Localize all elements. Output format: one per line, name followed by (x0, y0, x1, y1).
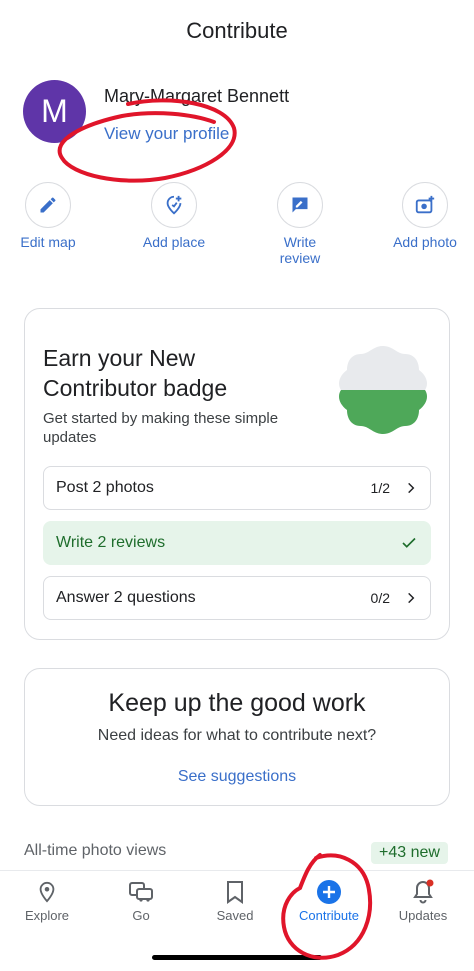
add-photo-button[interactable]: Add photo (370, 182, 474, 250)
badge-fill (339, 390, 427, 434)
chevron-right-icon (408, 592, 415, 604)
badge-subtitle: Get started by making these simple updat… (43, 410, 279, 446)
task-answer-questions[interactable]: Answer 2 questions 0/2 (43, 576, 431, 620)
nav-label: Contribute (299, 908, 359, 923)
review-icon (277, 182, 323, 228)
task-label: Write 2 reviews (56, 534, 166, 551)
nav-updates[interactable]: Updates (376, 871, 470, 923)
task-count: 0/2 (370, 590, 390, 606)
nav-label: Updates (398, 908, 448, 923)
user-name: Mary-Margaret Bennett (104, 86, 290, 106)
edit-map-label: Edit map (20, 234, 76, 250)
keep-up-subtitle: Need ideas for what to contribute next? (97, 727, 377, 744)
add-place-icon (151, 182, 197, 228)
task-write-reviews[interactable]: Write 2 reviews (43, 521, 431, 565)
task-count: 1/2 (370, 480, 390, 496)
nav-label: Saved (216, 908, 254, 923)
add-place-label: Add place (142, 234, 206, 250)
new-views-badge: +43 new (371, 842, 448, 864)
nav-label: Go (132, 908, 150, 923)
see-suggestions-link[interactable]: See suggestions (25, 768, 449, 786)
write-review-button[interactable]: Write review (245, 182, 355, 266)
task-label: Post 2 photos (56, 479, 154, 496)
checkmark-icon (402, 537, 416, 548)
edit-map-button[interactable]: Edit map (0, 182, 103, 250)
badge-title: Earn your New Contributor badge (43, 345, 228, 401)
badge-progress-icon (339, 346, 427, 434)
photo-views-label: All-time photo views (24, 842, 167, 859)
add-photo-label: Add photo (393, 234, 457, 250)
pencil-icon (25, 182, 71, 228)
write-review-label: Write review (279, 234, 321, 266)
avatar[interactable]: M (23, 80, 86, 143)
home-indicator (152, 955, 322, 960)
car-icon (128, 879, 154, 905)
add-place-button[interactable]: Add place (119, 182, 229, 250)
chevron-right-icon (408, 482, 415, 494)
nav-explore[interactable]: Explore (0, 871, 94, 923)
nav-contribute[interactable]: Contribute (282, 871, 376, 923)
nav-go[interactable]: Go (94, 871, 188, 923)
keep-up-card: Keep up the good work Need ideas for wha… (24, 668, 450, 806)
nav-label: Explore (24, 908, 70, 923)
nav-saved[interactable]: Saved (188, 871, 282, 923)
plus-circle-icon (316, 879, 342, 905)
new-contributor-badge-card: Earn your New Contributor badge Get star… (24, 308, 450, 640)
task-post-photos[interactable]: Post 2 photos 1/2 (43, 466, 431, 510)
keep-up-title: Keep up the good work (108, 689, 366, 717)
task-label: Answer 2 questions (56, 589, 196, 606)
page-title: Contribute (186, 18, 288, 43)
view-profile-link[interactable]: View your profile (104, 124, 229, 144)
bookmark-icon (222, 879, 248, 905)
bell-icon (410, 879, 436, 905)
location-pin-icon (34, 879, 60, 905)
add-photo-icon (402, 182, 448, 228)
